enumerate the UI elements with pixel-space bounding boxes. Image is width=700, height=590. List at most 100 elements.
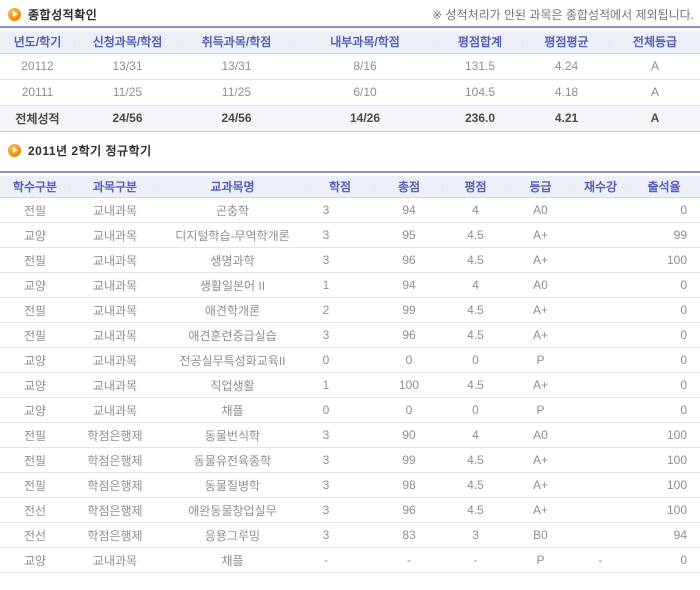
course-cell: 3 <box>305 248 375 273</box>
exclusion-note: ※ 성적처리가 안된 과목은 종합성적에서 제외됩니다. <box>432 6 694 23</box>
course-cell: 교내과목 <box>70 398 160 423</box>
course-row: 교양 교내과목 채플 0 0 0 P 0 <box>0 398 700 423</box>
summary-section-header: 종합성적확인 ※ 성적처리가 안된 과목은 종합성적에서 제외됩니다. <box>0 0 700 26</box>
total-label: 전체성적 <box>0 105 75 131</box>
course-cell: 95 <box>375 223 443 248</box>
course-cell <box>573 498 628 523</box>
course-cell: 동물번식학 <box>160 423 305 448</box>
course-cell: P <box>508 398 573 423</box>
course-cell <box>573 223 628 248</box>
summary-cell: 13/31 <box>180 53 293 79</box>
total-cell: 14/26 <box>293 105 437 131</box>
summary-col-internal: 내부과목/학점 <box>293 31 437 53</box>
course-row: 교양 교내과목 직업생활 1 100 4.5 A+ 0 <box>0 373 700 398</box>
course-cell: 애견훈련중급실습 <box>160 323 305 348</box>
course-cell: 0 <box>305 348 375 373</box>
col-credits: 학점 <box>305 176 375 198</box>
course-cell: 전필 <box>0 448 70 473</box>
course-cell: 전선 <box>0 498 70 523</box>
course-cell: 0 <box>443 348 508 373</box>
total-cell: 24/56 <box>180 105 293 131</box>
course-cell: 0 <box>628 548 700 573</box>
course-cell: 교양 <box>0 398 70 423</box>
course-cell: 4.5 <box>443 248 508 273</box>
course-cell: 0 <box>375 348 443 373</box>
course-cell: 4.5 <box>443 223 508 248</box>
course-cell: 99 <box>375 448 443 473</box>
course-cell <box>573 473 628 498</box>
semester-section-header: 2011년 2학기 정규학기 <box>0 137 700 162</box>
summary-col-overall-grade: 전체등급 <box>610 31 700 53</box>
course-cell: 학점은행제 <box>70 423 160 448</box>
summary-table: 년도/학기 신청과목/학점 취득과목/학점 내부과목/학점 평점합계 평점평균 … <box>0 31 700 132</box>
course-row: 전선 학점은행제 응용그루밍 3 83 3 B0 94 <box>0 523 700 548</box>
summary-cell: 8/16 <box>293 53 437 79</box>
course-cell: 교내과목 <box>70 248 160 273</box>
course-cell: A+ <box>508 473 573 498</box>
course-cell: 4.5 <box>443 298 508 323</box>
summary-row: 20112 13/31 13/31 8/16 131.5 4.24 A <box>0 53 700 79</box>
course-cell: 2 <box>305 298 375 323</box>
semester-table: 학수구분 과목구분 교과목명 학점 총점 평점 등급 재수강 출석율 전필 교내… <box>0 176 700 574</box>
course-cell: 생활일본어 II <box>160 273 305 298</box>
course-cell: 0 <box>628 298 700 323</box>
course-cell: 직업생활 <box>160 373 305 398</box>
total-cell: A <box>610 105 700 131</box>
summary-cell: 6/10 <box>293 79 437 105</box>
course-cell <box>573 448 628 473</box>
course-cell: 4.5 <box>443 498 508 523</box>
course-cell: 4 <box>443 198 508 223</box>
course-cell: 94 <box>375 273 443 298</box>
course-cell: 0 <box>443 398 508 423</box>
course-cell: 0 <box>628 348 700 373</box>
course-cell: 0 <box>305 398 375 423</box>
col-total-score: 총점 <box>375 176 443 198</box>
total-cell: 4.21 <box>523 105 610 131</box>
summary-col-gpa-total: 평점합계 <box>437 31 523 53</box>
course-cell: A0 <box>508 423 573 448</box>
grade-report-page: 종합성적확인 ※ 성적처리가 안된 과목은 종합성적에서 제외됩니다. 년도/학… <box>0 0 700 573</box>
course-cell: - <box>305 548 375 573</box>
col-retake: 재수강 <box>573 176 628 198</box>
course-cell: 교내과목 <box>70 198 160 223</box>
course-cell: 교내과목 <box>70 273 160 298</box>
course-cell: 4 <box>443 273 508 298</box>
course-cell <box>573 298 628 323</box>
course-cell: 학점은행제 <box>70 523 160 548</box>
course-cell: 교내과목 <box>70 298 160 323</box>
course-cell: 교양 <box>0 223 70 248</box>
course-cell <box>573 373 628 398</box>
course-cell: 90 <box>375 423 443 448</box>
course-cell <box>573 273 628 298</box>
course-cell: 교양 <box>0 548 70 573</box>
course-cell: 4.5 <box>443 473 508 498</box>
course-row: 전필 학점은행제 동물유전육종학 3 99 4.5 A+ 100 <box>0 448 700 473</box>
course-cell: 전필 <box>0 423 70 448</box>
course-cell: 학점은행제 <box>70 448 160 473</box>
course-cell: A+ <box>508 373 573 398</box>
col-attendance: 출석율 <box>628 176 700 198</box>
summary-section-title: 종합성적확인 <box>28 6 97 23</box>
course-cell: 교내과목 <box>70 348 160 373</box>
course-cell: 전필 <box>0 323 70 348</box>
course-cell: 100 <box>628 248 700 273</box>
course-cell: 곤충학 <box>160 198 305 223</box>
summary-divider <box>0 26 700 28</box>
course-cell: 교내과목 <box>70 373 160 398</box>
summary-cell: A <box>610 53 700 79</box>
course-cell: - <box>443 548 508 573</box>
course-row: 교양 교내과목 디지털학습-무역학개론 3 95 4.5 A+ 99 <box>0 223 700 248</box>
course-cell: 4.5 <box>443 373 508 398</box>
course-cell: 동물질병학 <box>160 473 305 498</box>
course-cell: 0 <box>628 273 700 298</box>
summary-cell: 4.18 <box>523 79 610 105</box>
col-course-type: 학수구분 <box>0 176 70 198</box>
col-course-name: 교과목명 <box>160 176 305 198</box>
course-cell: 동물유전육종학 <box>160 448 305 473</box>
course-cell: 3 <box>443 523 508 548</box>
course-cell: 99 <box>375 298 443 323</box>
course-cell: 교내과목 <box>70 323 160 348</box>
course-cell <box>573 523 628 548</box>
summary-cell: 104.5 <box>437 79 523 105</box>
course-cell: A+ <box>508 248 573 273</box>
